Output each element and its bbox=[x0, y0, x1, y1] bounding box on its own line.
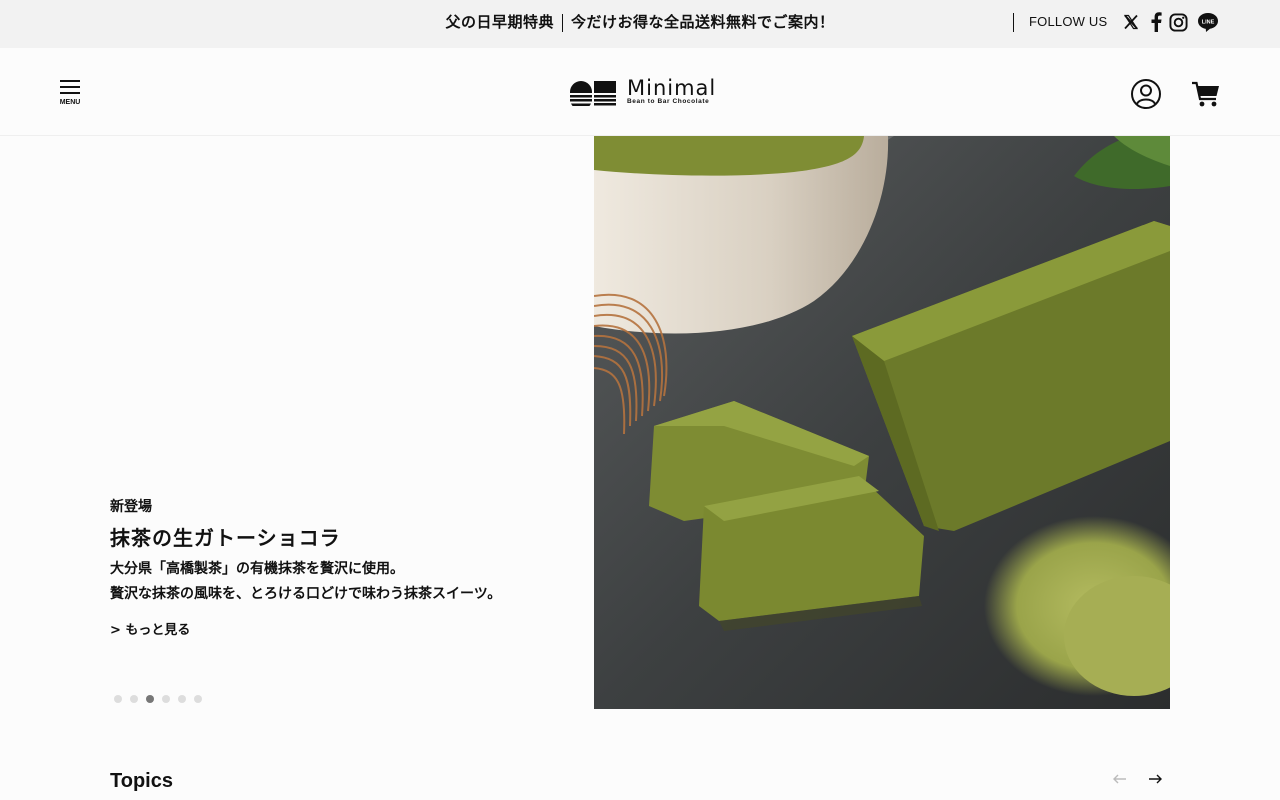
announcement-part1: 父の日早期特典 bbox=[445, 13, 554, 31]
line-icon[interactable]: LINE bbox=[1197, 12, 1219, 32]
hero-title: 抹茶の生ガトーショコラ bbox=[110, 526, 341, 550]
arrow-left-icon bbox=[1113, 774, 1126, 784]
matcha-gateau-photo bbox=[594, 136, 1170, 709]
site-logo[interactable]: Minimal Bean to Bar Chocolate bbox=[570, 76, 720, 108]
topics-prev-button[interactable] bbox=[1112, 771, 1128, 787]
follow-us-label: FOLLOW US bbox=[1029, 14, 1108, 29]
account-button[interactable] bbox=[1130, 78, 1162, 110]
x-icon[interactable] bbox=[1121, 12, 1141, 32]
arrow-right-icon bbox=[1149, 774, 1162, 784]
hero-text: 新登場 抹茶の生ガトーショコラ 大分県「高橋製茶」の有機抹茶を贅沢に使用。 贅沢… bbox=[110, 496, 580, 638]
hamburger-icon-bar bbox=[60, 92, 80, 94]
slider-dots bbox=[114, 695, 202, 703]
hero-description-line1: 大分県「高橋製茶」の有機抹茶を贅沢に使用。 bbox=[110, 561, 404, 577]
follow-divider bbox=[1013, 13, 1014, 32]
hero-image[interactable] bbox=[594, 136, 1170, 709]
topics-heading: Topics bbox=[110, 770, 173, 792]
slider-dot-active[interactable] bbox=[146, 695, 154, 703]
read-more-link[interactable]: > もっと見る bbox=[110, 619, 190, 638]
topics-next-button[interactable] bbox=[1147, 771, 1163, 787]
announcement-separator bbox=[562, 13, 563, 32]
menu-label: MENU bbox=[59, 99, 81, 106]
slider-dot[interactable] bbox=[114, 695, 122, 703]
user-icon bbox=[1131, 79, 1161, 109]
hero-description-line2: 贅沢な抹茶の風味を、とろける口どけで味わう抹茶スイーツ。 bbox=[110, 586, 502, 602]
slider-dot[interactable] bbox=[194, 695, 202, 703]
logo-mark-icon bbox=[570, 81, 616, 106]
hamburger-icon-bar bbox=[60, 86, 80, 88]
hero-description: 大分県「高橋製茶」の有機抹茶を贅沢に使用。 贅沢な抹茶の風味を、とろける口どけで… bbox=[110, 557, 580, 607]
hero-eyebrow: 新登場 bbox=[110, 499, 152, 515]
slider-dot[interactable] bbox=[178, 695, 186, 703]
logo-tagline: Bean to Bar Chocolate bbox=[627, 98, 710, 105]
facebook-icon[interactable] bbox=[1146, 12, 1166, 32]
announcement-part2: 今だけお得な全品送料無料でご案内！ bbox=[571, 13, 835, 31]
logo-wordmark: Minimal bbox=[627, 76, 717, 100]
instagram-icon[interactable] bbox=[1168, 12, 1188, 32]
menu-button[interactable]: MENU bbox=[56, 78, 84, 110]
cart-icon bbox=[1192, 81, 1219, 107]
slider-dot[interactable] bbox=[162, 695, 170, 703]
hamburger-icon bbox=[60, 80, 80, 82]
slider-dot[interactable] bbox=[130, 695, 138, 703]
svg-text:LINE: LINE bbox=[1202, 19, 1215, 25]
announcement-bar: 父の日早期特典 今だけお得な全品送料無料でご案内！ FOLLOW US LINE bbox=[0, 0, 1280, 48]
cart-button[interactable] bbox=[1190, 78, 1222, 110]
site-header: MENU Minimal Bean to Bar Chocolate bbox=[0, 48, 1280, 136]
